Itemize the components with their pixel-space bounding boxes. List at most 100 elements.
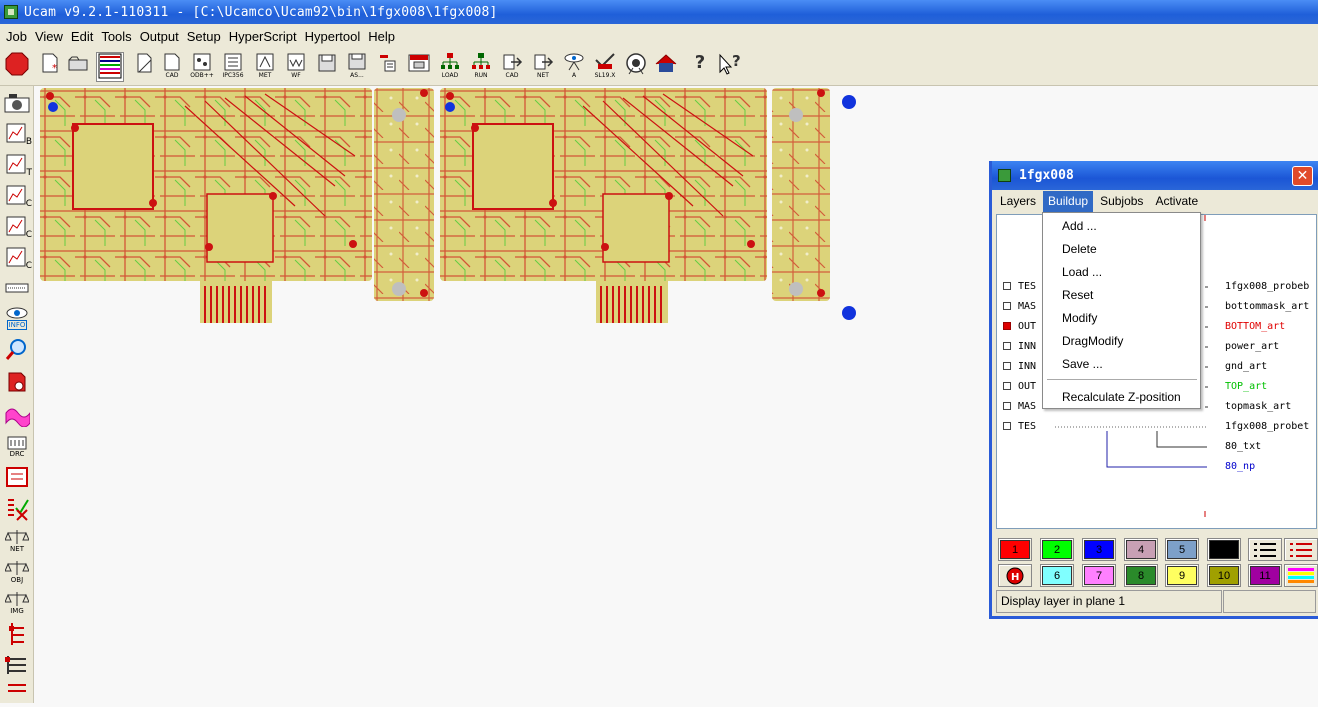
list-button[interactable] <box>3 650 31 678</box>
layer-name[interactable]: 1fgx008_probeb <box>1225 281 1309 292</box>
plane-color-9[interactable]: 9 <box>1165 564 1199 587</box>
svg-text:H: H <box>1011 572 1019 583</box>
load-net-label: LOAD <box>441 72 459 79</box>
layer-name[interactable]: bottommask_art <box>1225 301 1309 312</box>
wf-import-button[interactable]: WF <box>282 52 310 82</box>
app-icon <box>4 5 18 19</box>
plane-color-3[interactable]: 3 <box>1082 538 1116 561</box>
menu-item-load[interactable]: Load ... <box>1062 265 1102 279</box>
pink-wave-button[interactable] <box>3 401 31 429</box>
menu-hypertool[interactable]: Hypertool <box>305 29 367 44</box>
run-net-button[interactable]: RUN <box>467 52 495 82</box>
swatch-label: 9 <box>1167 566 1197 585</box>
menu-item-add[interactable]: Add ... <box>1062 219 1097 233</box>
board-2-main <box>440 88 767 323</box>
doc-button[interactable] <box>130 52 158 82</box>
load-net-button[interactable]: LOAD <box>436 52 464 82</box>
obj-compare-button[interactable]: OBJ <box>3 558 31 586</box>
chart-t-button[interactable]: T <box>3 150 32 178</box>
menu-tools[interactable]: Tools <box>101 29 137 44</box>
met-import-button[interactable]: MET <box>251 52 279 82</box>
check-cross-button[interactable] <box>3 495 31 523</box>
layer-name[interactable]: 1fgx008_probet <box>1225 421 1309 432</box>
plane-color-7[interactable]: 7 <box>1082 564 1116 587</box>
odb-import-icon <box>193 53 211 71</box>
chart-ic-button[interactable]: C <box>3 243 32 271</box>
menu-item-modify[interactable]: Modify <box>1062 311 1097 325</box>
plane-color-2[interactable]: 2 <box>1040 538 1074 561</box>
camera-button[interactable] <box>3 89 31 117</box>
menu-edit[interactable]: Edit <box>71 29 99 44</box>
tab-subjobs[interactable]: Subjobs <box>1095 191 1148 212</box>
tab-buildup[interactable]: Buildup <box>1043 190 1094 212</box>
menu-item-dragmodify[interactable]: DragModify <box>1062 334 1123 348</box>
layer-name[interactable]: power_art <box>1225 341 1279 352</box>
net-export-button[interactable]: NET <box>529 52 557 82</box>
layer-name[interactable]: 80_np <box>1225 461 1255 472</box>
layer-name[interactable]: TOP_art <box>1225 381 1267 392</box>
drc-button[interactable]: DRC <box>3 433 31 461</box>
plane-color-black[interactable] <box>1207 538 1241 561</box>
tab-layers[interactable]: Layers <box>995 191 1041 212</box>
cad-export-button[interactable]: CAD <box>498 52 526 82</box>
hide-plane-button[interactable]: H <box>998 564 1032 587</box>
close-button[interactable]: ✕ <box>1292 166 1313 186</box>
layer-name[interactable]: 80_txt <box>1225 441 1261 452</box>
magnifier-button[interactable] <box>3 336 31 364</box>
menu-help[interactable]: Help <box>368 29 401 44</box>
menu-job[interactable]: Job <box>6 29 33 44</box>
menu-item-recalculate[interactable]: Recalculate Z-position <box>1062 390 1181 404</box>
odb-import-button[interactable]: ODB++ <box>188 52 216 82</box>
antenna-button[interactable]: A <box>560 52 588 82</box>
sl19x-button[interactable]: SL19.X <box>591 52 619 82</box>
print-preview-button[interactable] <box>405 52 433 82</box>
plane-color-8[interactable]: 8 <box>1124 564 1158 587</box>
menu-item-reset[interactable]: Reset <box>1062 288 1093 302</box>
new-job-button[interactable]: * <box>36 52 64 82</box>
help-button[interactable]: ? <box>686 52 714 82</box>
net-compare-button[interactable]: NET <box>3 527 31 555</box>
drc-label: DRC <box>9 450 25 458</box>
info-button[interactable]: INFO <box>3 304 31 332</box>
plane-color-6[interactable]: 6 <box>1040 564 1074 587</box>
layer-name[interactable]: BOTTOM_art <box>1225 321 1285 332</box>
save-as-button[interactable]: AS... <box>343 52 371 82</box>
chart-jc-button[interactable]: C <box>3 181 32 209</box>
menu-item-delete[interactable]: Delete <box>1062 242 1097 256</box>
chart-lc-button[interactable]: C <box>3 212 32 240</box>
camera-eye-button[interactable] <box>622 52 650 82</box>
plane-color-11[interactable]: 11 <box>1248 564 1282 587</box>
plane-color-10[interactable]: 10 <box>1207 564 1241 587</box>
menu-item-save[interactable]: Save ... <box>1062 357 1103 371</box>
context-help-button[interactable]: ? <box>716 52 744 82</box>
save-button[interactable] <box>313 52 341 82</box>
cad-import-button[interactable]: CAD <box>158 52 186 82</box>
detail-view-button[interactable] <box>1284 538 1318 561</box>
red-frame-button[interactable] <box>3 463 31 491</box>
dotted-bar-button[interactable] <box>3 278 31 298</box>
dialog-title-bar[interactable]: 1fgx008 ✕ <box>992 161 1318 190</box>
chart-b-button[interactable]: B <box>3 119 32 147</box>
list-view-button[interactable] <box>1248 538 1282 561</box>
print-button[interactable] <box>374 52 402 82</box>
ipc356-import-button[interactable]: IPC356 <box>219 52 247 82</box>
layer-name[interactable]: topmask_art <box>1225 401 1291 412</box>
layer-table-button[interactable] <box>96 52 124 82</box>
menu-view[interactable]: View <box>35 29 69 44</box>
red-chip-button[interactable] <box>3 369 31 397</box>
menu-hyperscript[interactable]: HyperScript <box>229 29 303 44</box>
red-chip-icon <box>8 372 26 392</box>
plane-color-5[interactable]: 5 <box>1165 538 1199 561</box>
plane-color-4[interactable]: 4 <box>1124 538 1158 561</box>
home-button[interactable] <box>653 52 681 82</box>
tab-activate[interactable]: Activate <box>1150 191 1203 212</box>
layer-name[interactable]: gnd_art <box>1225 361 1267 372</box>
menu-setup[interactable]: Setup <box>187 29 227 44</box>
multicolor-button[interactable] <box>1284 564 1318 587</box>
red-tree-button[interactable] <box>3 620 31 648</box>
img-compare-button[interactable]: IMG <box>3 589 31 617</box>
stop-button[interactable] <box>3 52 31 82</box>
open-button[interactable] <box>64 52 92 82</box>
plane-color-1[interactable]: 1 <box>998 538 1032 561</box>
menu-output[interactable]: Output <box>140 29 185 44</box>
